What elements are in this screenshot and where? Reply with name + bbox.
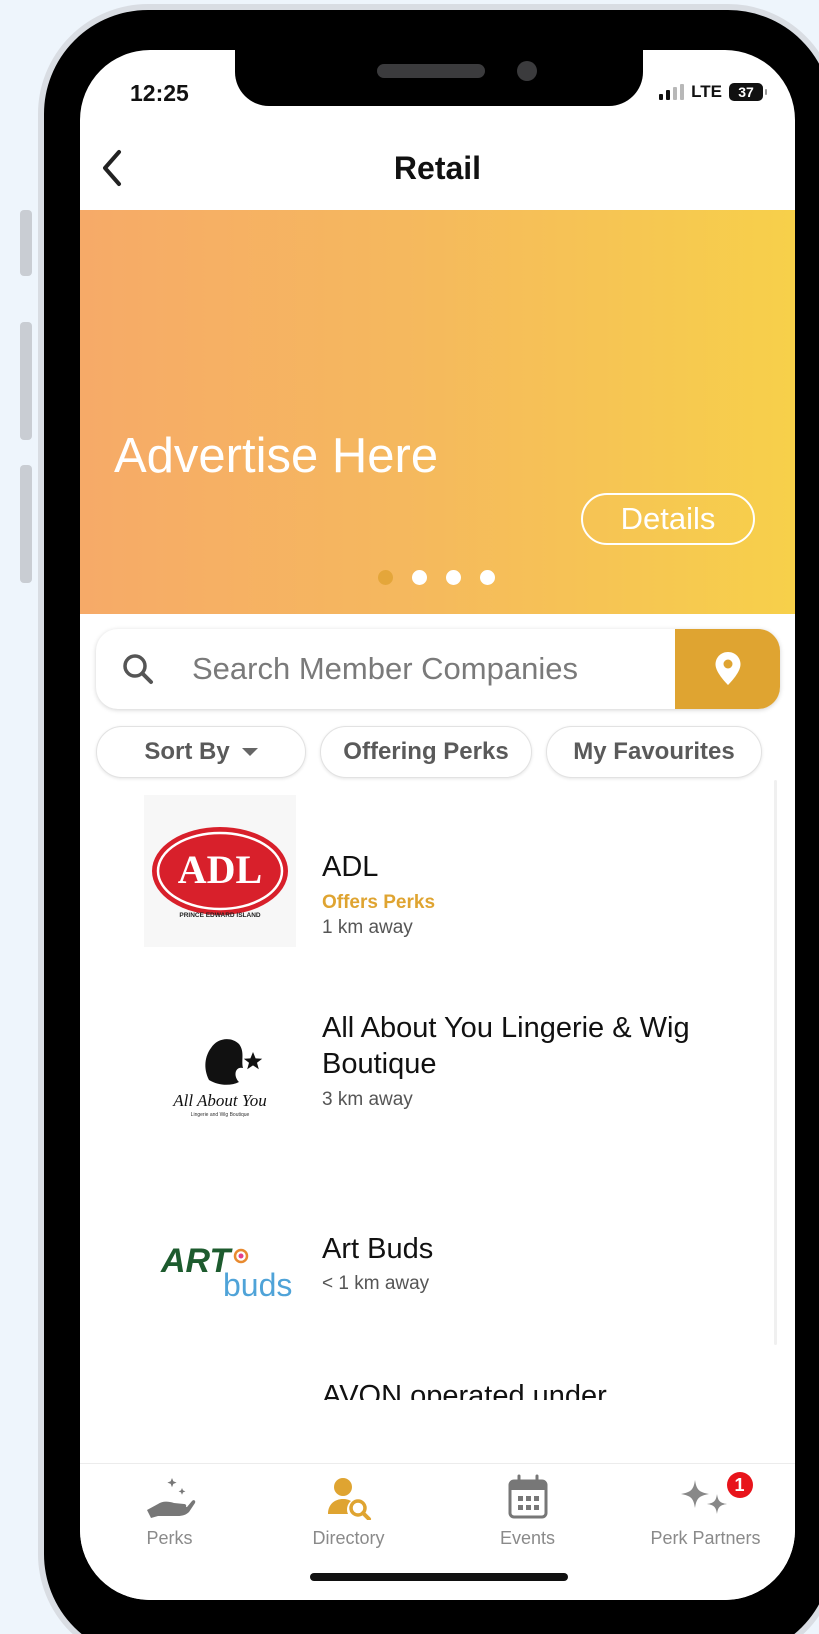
tab-label: Events	[499, 1528, 556, 1548]
page-title: Retail	[393, 150, 482, 186]
company-name: Art Buds	[322, 1233, 434, 1265]
details-button[interactable]: Details	[581, 493, 755, 545]
artbuds-logo-buds: buds	[223, 1267, 292, 1303]
adl-logo-text: ADL	[178, 847, 262, 892]
company-logo: All About You Lingerie and Wig Boutique	[144, 995, 296, 1147]
carousel-dot[interactable]	[412, 570, 427, 585]
company-list: ADL PRINCE EDWARD ISLAND ADL Offers Perk…	[80, 795, 795, 1400]
company-name: ADL	[322, 851, 379, 883]
company-name: All About You Lingerie & Wig Boutique	[322, 1012, 690, 1080]
company-logo: ART buds	[144, 1195, 296, 1347]
offering-perks-filter[interactable]: Offering Perks	[320, 726, 532, 778]
aay-logo-subtext: Lingerie and Wig Boutique	[191, 1112, 250, 1118]
perk-label: Offers Perks	[322, 892, 436, 913]
search-bar	[96, 629, 780, 709]
location-button[interactable]	[675, 629, 780, 709]
status-time: 12:25	[130, 80, 189, 106]
list-item[interactable]: All About You Lingerie and Wig Boutique …	[80, 995, 795, 1160]
company-name: AVON operated under	[322, 1380, 607, 1400]
ad-banner[interactable]: Advertise Here Details	[80, 210, 795, 614]
network-type: LTE	[691, 82, 722, 101]
company-logo: ADL PRINCE EDWARD ISLAND	[144, 795, 296, 947]
sparkles-icon: 1	[675, 1464, 753, 1526]
company-distance: 1 km away	[322, 917, 413, 938]
sort-by-button[interactable]: Sort By	[96, 726, 306, 778]
battery-icon: 37	[729, 83, 767, 101]
search-input[interactable]	[192, 629, 652, 709]
calendar-icon	[507, 1464, 549, 1526]
signal-icon	[659, 84, 685, 100]
map-pin-icon	[715, 652, 740, 685]
carousel-dot[interactable]	[480, 570, 495, 585]
sort-by-label: Sort By	[144, 738, 230, 765]
volume-up-button	[20, 322, 32, 440]
search-icon	[123, 654, 153, 684]
tab-label: Directory	[312, 1528, 385, 1548]
silent-switch	[20, 210, 32, 276]
my-favourites-filter[interactable]: My Favourites	[546, 726, 762, 778]
banner-text: Advertise Here	[114, 429, 439, 483]
tab-events[interactable]: Events	[438, 1464, 617, 1564]
filter-chips: Sort By Offering Perks My Favourites	[96, 726, 762, 778]
caret-down-icon	[241, 748, 258, 756]
tab-label: Perk Partners	[650, 1528, 761, 1548]
tab-directory[interactable]: Directory	[259, 1464, 438, 1564]
hand-sparkle-icon	[144, 1464, 196, 1526]
person-search-icon	[325, 1464, 373, 1526]
carousel-dot[interactable]	[446, 570, 461, 585]
list-item[interactable]: ADL PRINCE EDWARD ISLAND ADL Offers Perk…	[80, 795, 795, 960]
app-screen: 12:25 LTE 37 Retail Advertise Here Detai…	[80, 50, 795, 1600]
tab-label: Perks	[146, 1528, 193, 1548]
aay-logo-text: All About You	[172, 1091, 267, 1110]
adl-logo-subtext: PRINCE EDWARD ISLAND	[179, 912, 261, 919]
home-indicator[interactable]	[310, 1573, 568, 1581]
company-distance: 3 km away	[322, 1089, 413, 1110]
list-item[interactable]: ART buds Art Buds < 1 km away	[80, 1195, 795, 1345]
volume-down-button	[20, 465, 32, 583]
tab-perks[interactable]: Perks	[80, 1464, 259, 1564]
notch	[235, 50, 643, 106]
front-camera	[517, 61, 537, 81]
tab-perk-partners[interactable]: 1 Perk Partners	[616, 1464, 795, 1564]
company-distance: < 1 km away	[322, 1273, 430, 1294]
status-indicators: LTE 37	[659, 82, 767, 102]
list-item[interactable]: AVON operated under	[80, 1375, 795, 1400]
notification-badge: 1	[726, 1472, 753, 1498]
speaker-grille	[377, 64, 485, 78]
carousel-dot[interactable]	[378, 570, 393, 585]
carousel-dots	[378, 570, 495, 585]
